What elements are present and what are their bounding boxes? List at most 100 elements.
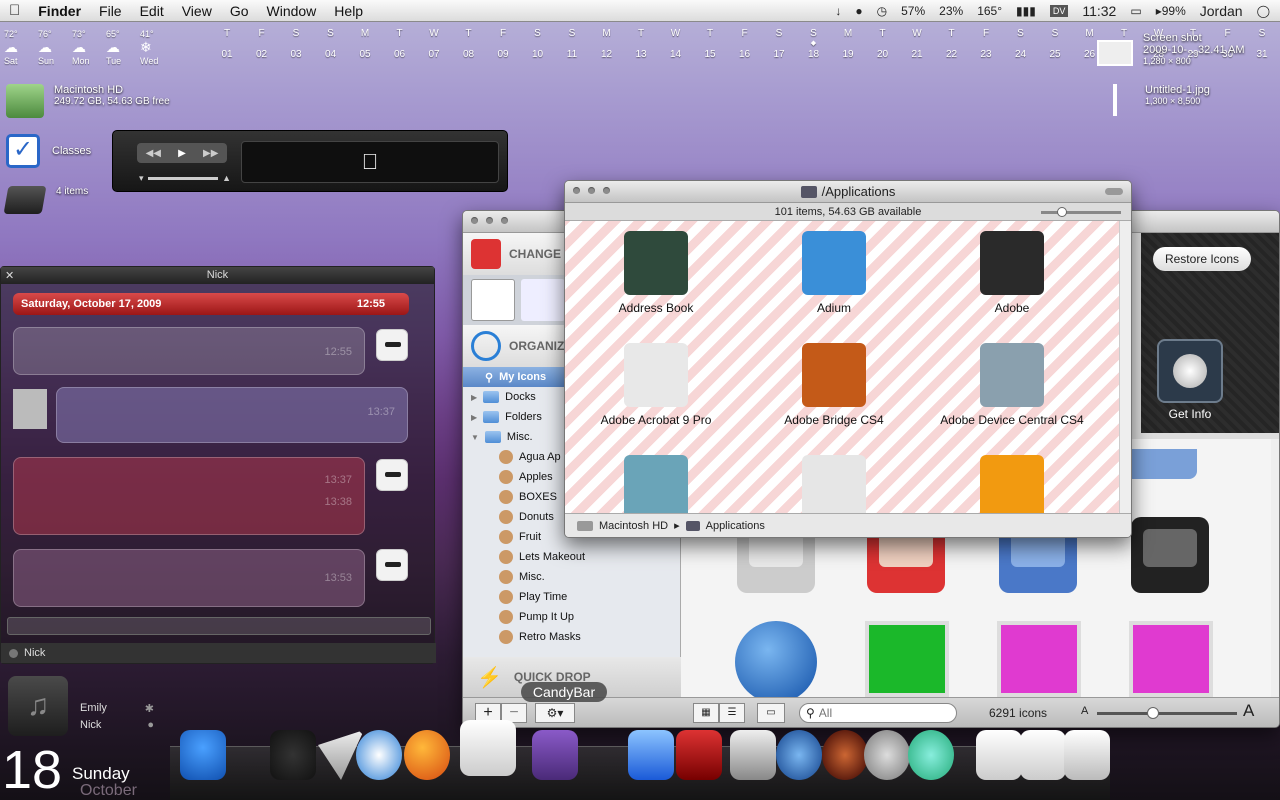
applications-stack-icon[interactable] <box>1020 730 1066 780</box>
safari-icon[interactable] <box>356 730 402 780</box>
app-item[interactable] <box>571 455 741 513</box>
volume-slider[interactable]: ▾ ▲ <box>139 173 231 184</box>
path-segment-applications[interactable]: Applications <box>706 520 765 532</box>
menu-help[interactable]: Help <box>325 3 372 19</box>
photoshop-icon[interactable] <box>676 730 722 780</box>
zoom-button[interactable] <box>603 187 610 194</box>
menu-window[interactable]: Window <box>258 3 326 19</box>
icon-library-item[interactable]: Lets Makeout <box>463 547 680 567</box>
downloads-stack-icon[interactable] <box>976 730 1022 780</box>
desktop-untitled-file[interactable]: Untitled-1.jpg 1,300 × 8,500 <box>1113 84 1210 116</box>
disclosure-open-icon[interactable]: ▼ <box>471 433 479 442</box>
app-item[interactable]: Adium <box>749 231 919 315</box>
grid-scrollbar[interactable] <box>1271 439 1279 697</box>
app-item[interactable] <box>927 455 1097 513</box>
game-icon[interactable] <box>822 730 868 780</box>
get-info-button[interactable] <box>1157 339 1223 403</box>
app-item[interactable] <box>749 455 919 513</box>
icon-size-slider[interactable] <box>1097 707 1237 719</box>
trash-icon[interactable] <box>1064 730 1110 780</box>
contact-item[interactable]: Emily ✱ <box>80 702 154 719</box>
chat-input[interactable] <box>7 617 431 635</box>
spotlight-icon[interactable]: ◯ <box>1257 4 1270 18</box>
restore-icons-button[interactable]: Restore Icons <box>1153 247 1251 271</box>
desktop-hd[interactable]: Macintosh HD 249.72 GB, 54.63 GB free <box>6 84 170 118</box>
desktop-folder[interactable]: 4 items <box>3 186 88 214</box>
mushroom-icon[interactable] <box>180 730 226 780</box>
itunes-widget[interactable]: ♫ <box>8 676 68 736</box>
menu-go[interactable]: Go <box>221 3 258 19</box>
minimize-button[interactable] <box>486 217 493 224</box>
desktop-classes[interactable]: ✓ Classes <box>6 134 91 168</box>
adium-icon[interactable] <box>270 730 316 780</box>
memory-status[interactable]: 23% <box>939 4 963 18</box>
chat-footer-name[interactable]: Nick <box>24 647 45 659</box>
search-field[interactable]: ⚲ <box>799 703 957 723</box>
close-button[interactable] <box>471 217 478 224</box>
magenta-app-icon[interactable] <box>1129 621 1213 697</box>
clock[interactable]: 11:32 <box>1082 3 1116 19</box>
path-segment-hd[interactable]: Macintosh HD <box>599 520 668 532</box>
icon-library-item[interactable]: Play Time <box>463 587 680 607</box>
chat-message: 13:37 <box>56 387 408 443</box>
apple-menu-icon[interactable]:  <box>0 2 29 19</box>
file1-name: Screen shot <box>1143 32 1202 44</box>
menu-view[interactable]: View <box>173 3 221 19</box>
rewind-icon[interactable]: ◀◀ <box>146 148 161 159</box>
system-icons-tab[interactable] <box>471 279 515 321</box>
zoom-slider[interactable] <box>1041 207 1121 217</box>
toolbar-toggle-button[interactable] <box>1105 188 1123 195</box>
user-name[interactable]: Jordan <box>1200 3 1243 19</box>
app-item[interactable]: Address Book <box>571 231 741 315</box>
search-input[interactable] <box>818 706 939 720</box>
slider-knob[interactable] <box>1147 707 1159 719</box>
close-button[interactable] <box>573 187 580 194</box>
list-view-button[interactable]: ☰ <box>719 703 745 723</box>
app-icons-tab[interactable] <box>521 279 565 321</box>
menu-edit[interactable]: Edit <box>131 3 173 19</box>
cpu-status[interactable]: 57% <box>901 4 925 18</box>
globe-icon[interactable] <box>908 730 954 780</box>
app-item[interactable]: Adobe Device Central CS4 <box>927 343 1097 427</box>
wunderlist-icon[interactable] <box>460 720 516 776</box>
disclosure-closed-icon[interactable]: ▶ <box>471 393 477 402</box>
info-disc-icon <box>1173 354 1207 388</box>
icon-library-item[interactable]: Misc. <box>463 567 680 587</box>
textedit-icon[interactable] <box>730 730 776 780</box>
wifi-icon[interactable]: ▮▮▮ <box>1016 4 1036 18</box>
play-icon[interactable]: ▶ <box>178 148 186 159</box>
finder-tv-black-icon[interactable] <box>1131 517 1209 593</box>
app-menu[interactable]: Finder <box>29 3 90 19</box>
time-machine-icon[interactable]: ◷ <box>877 4 887 18</box>
icon-library-item[interactable]: Retro Masks <box>463 627 680 647</box>
zoom-button[interactable] <box>501 217 508 224</box>
firefox-icon[interactable] <box>404 730 450 780</box>
finder-scrollbar[interactable] <box>1119 221 1131 513</box>
itunes-icon[interactable] <box>628 730 674 780</box>
close-icon[interactable]: ✕ <box>5 268 14 285</box>
temperature-status[interactable]: 165° <box>977 4 1002 18</box>
disclosure-closed-icon[interactable]: ▶ <box>471 413 477 422</box>
dv-badge[interactable]: DV <box>1049 4 1069 17</box>
download-icon[interactable]: ↓ <box>835 4 841 18</box>
menu-file[interactable]: File <box>90 3 131 19</box>
contact-item[interactable]: Nick ● <box>80 719 154 736</box>
icon-library-item[interactable]: Pump It Up <box>463 607 680 627</box>
green-app-icon[interactable] <box>865 621 949 697</box>
candybar-icon[interactable] <box>532 730 578 780</box>
forward-icon[interactable]: ▶▶ <box>203 148 218 159</box>
orb-icon[interactable] <box>776 730 822 780</box>
minimize-button[interactable] <box>588 187 595 194</box>
action-menu-button[interactable]: ⚙▾ <box>535 703 575 723</box>
app-item[interactable]: Adobe Bridge CS4 <box>749 343 919 427</box>
app-item[interactable]: Adobe <box>927 231 1097 315</box>
desktop-screenshot-file[interactable]: Screen shot 2009-10-…32.41 AM 1,280 × 80… <box>1097 32 1245 66</box>
app-item[interactable]: Adobe Acrobat 9 Pro <box>571 343 741 427</box>
blue-sphere-icon[interactable] <box>735 621 817 703</box>
system-preferences-icon[interactable] <box>864 730 910 780</box>
grid-view-button[interactable]: ▦ <box>693 703 719 723</box>
battery-icon[interactable]: ▭ <box>1130 4 1141 18</box>
moon-icon[interactable]: ● <box>855 4 862 18</box>
preview-button[interactable]: ▭ <box>757 703 785 723</box>
magenta-app-icon[interactable] <box>997 621 1081 697</box>
